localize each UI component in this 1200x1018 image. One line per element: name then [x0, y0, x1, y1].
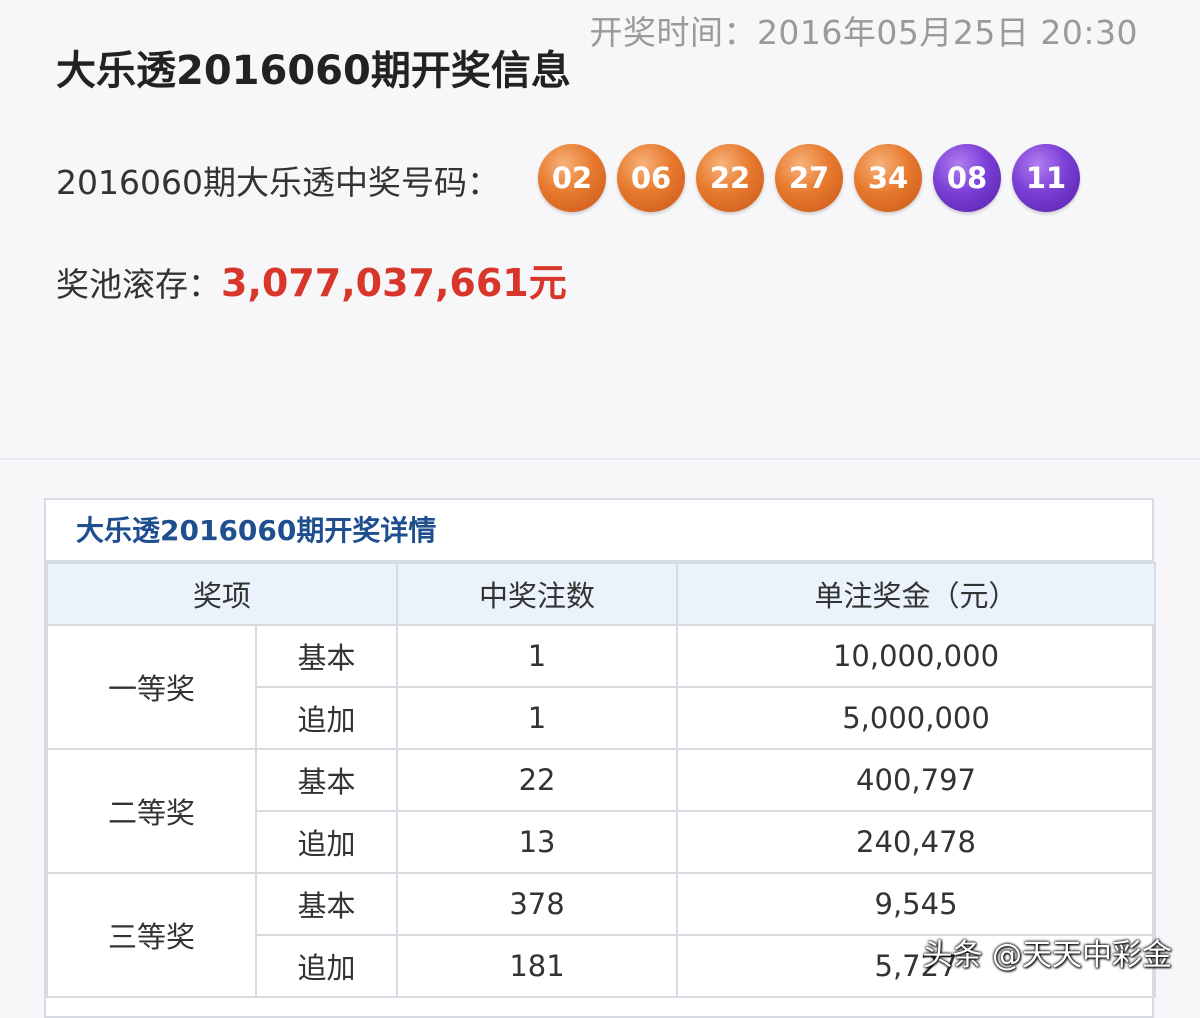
- front-ball: 22: [696, 144, 764, 212]
- bet-type: 基本: [254, 872, 399, 936]
- back-ball: 08: [933, 144, 1001, 212]
- column-header-winner-count: 中奖注数: [396, 562, 679, 626]
- winning-numbers-label: 2016060期大乐透中奖号码：: [56, 163, 500, 202]
- front-ball: 02: [538, 144, 606, 212]
- table-row: 三等奖 基本 378 9,545: [46, 872, 1157, 998]
- winner-count: 22: [396, 748, 679, 812]
- bet-type: 追加: [254, 934, 399, 998]
- column-header-prize-level: 奖项: [45, 562, 399, 626]
- winner-count: 378: [396, 872, 679, 936]
- prize-pool: 奖池滚存：3,077,037,661元: [56, 252, 567, 307]
- bet-type: 追加: [254, 810, 399, 874]
- table-row: 二等奖 基本 22 400,797: [46, 748, 1157, 874]
- page-title: 大乐透2016060期开奖信息: [56, 48, 571, 94]
- winner-count: 1: [396, 686, 679, 750]
- section-divider: [0, 458, 1200, 460]
- prize-pool-amount: 3,077,037,661元: [221, 261, 567, 305]
- prize-amount: 5,000,000: [676, 686, 1157, 750]
- prize-pool-label: 奖池滚存：: [56, 265, 221, 304]
- front-ball: 06: [617, 144, 685, 212]
- bet-type: 基本: [254, 748, 399, 812]
- draw-info-section: 开奖时间：2016年05月25日 20:30 大乐透2016060期开奖信息 2…: [0, 0, 1200, 460]
- prize-tier-name: 一等奖: [46, 624, 257, 750]
- winning-numbers: 02 06 22 27 34 08 11: [538, 144, 1080, 212]
- back-ball: 11: [1012, 144, 1080, 212]
- table-header-row: 奖项 中奖注数 单注奖金（元）: [45, 562, 1157, 626]
- winner-count: 13: [396, 810, 679, 874]
- bet-type: 追加: [254, 686, 399, 750]
- front-ball: 34: [854, 144, 922, 212]
- column-header-prize-amount: 单注奖金（元）: [676, 562, 1157, 626]
- table-row: 一等奖 基本 1 10,000,000: [46, 624, 1157, 750]
- prize-tier-name: 二等奖: [46, 748, 257, 874]
- prize-tier-name: 三等奖: [46, 872, 257, 998]
- bet-type: 基本: [254, 624, 399, 688]
- prize-amount: 9,545: [676, 872, 1157, 936]
- front-ball: 27: [775, 144, 843, 212]
- prize-amount: 400,797: [676, 748, 1157, 812]
- draw-time: 开奖时间：2016年05月25日 20:30: [589, 13, 1138, 52]
- winner-count: 1: [396, 624, 679, 688]
- draw-details-title: 大乐透2016060期开奖详情: [46, 500, 1152, 562]
- prize-amount: 10,000,000: [676, 624, 1157, 688]
- prize-amount: 240,478: [676, 810, 1157, 874]
- winner-count: 181: [396, 934, 679, 998]
- watermark: 头条 @天天中彩金: [922, 938, 1172, 973]
